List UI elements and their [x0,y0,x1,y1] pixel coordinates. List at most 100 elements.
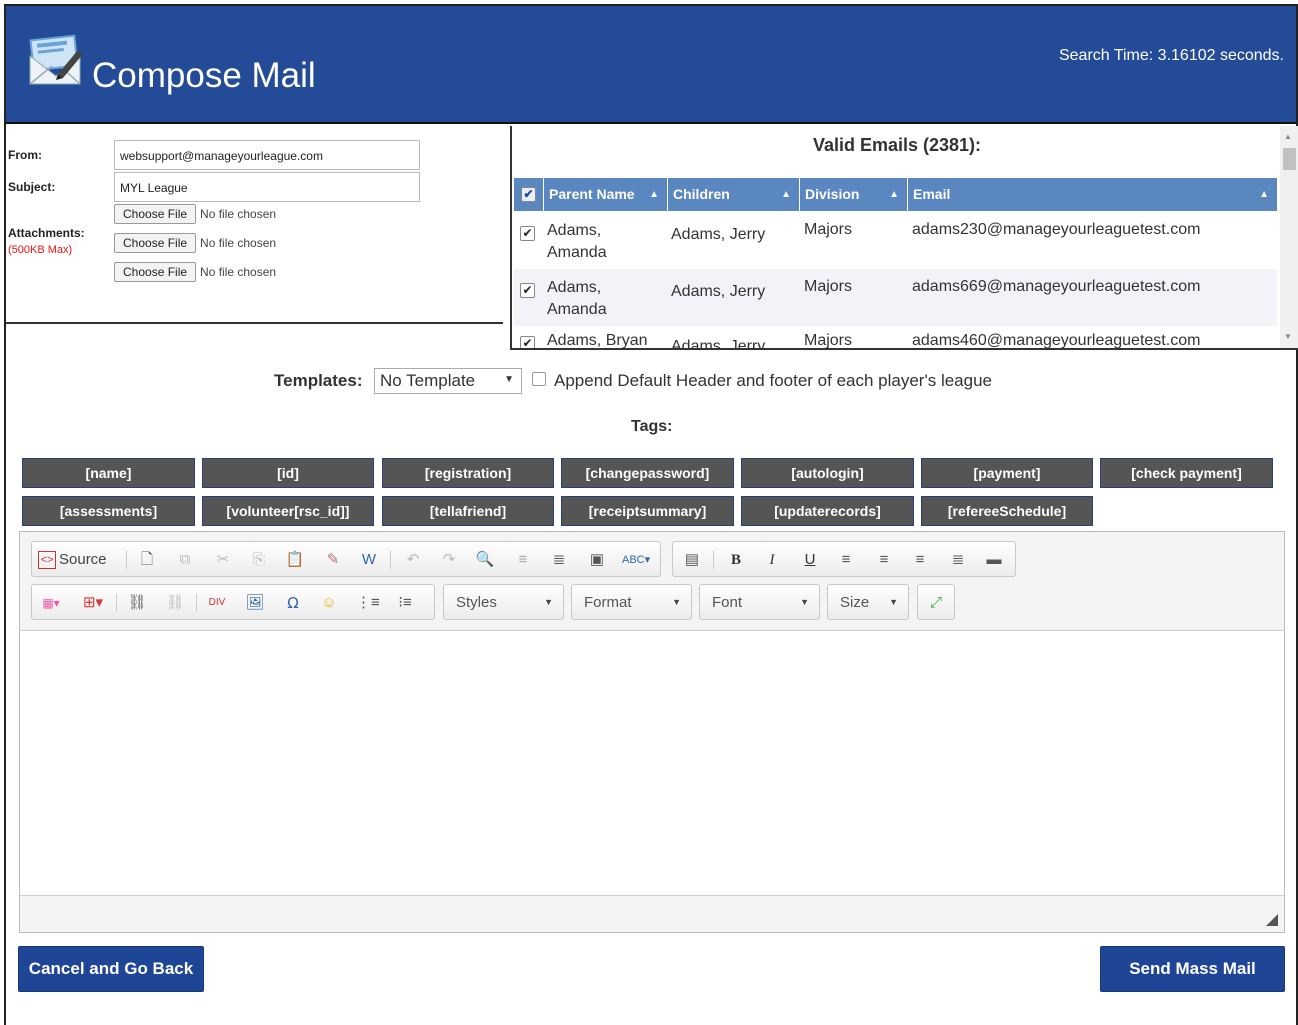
align-right-icon[interactable]: ≡ [909,549,931,571]
tag-button-changepassword[interactable]: [changepassword] [561,458,734,488]
subject-field[interactable]: MYL League [114,172,420,202]
tag-button-receiptsummary[interactable]: [receiptsummary] [561,496,734,526]
table-row[interactable]: ✔ Adams, Bryan Adams, Jerry Majors adams… [514,326,1277,350]
append-header-footer-label: Append Default Header and footer of each… [554,371,992,390]
page-header: Compose Mail Search Time: 3.16102 second… [6,6,1296,124]
children-cell: Adams, Jerry [671,338,766,350]
row-checkbox[interactable]: ✔ [520,283,535,298]
special-char-icon[interactable]: Ω [282,592,304,614]
editor-toolbar-row-1b: ▤ B I U ≡ ≡ ≡ ≣ ▬ [672,541,1016,577]
subject-label: Subject: [8,180,56,194]
division-cell: Majors [804,332,853,349]
tag-button-volunteer[interactable]: [volunteer[rsc_id]] [202,496,374,526]
select-all-icon[interactable]: ≣ [548,549,570,571]
from-field[interactable]: websupport@manageyourleague.com [114,140,420,170]
table-row[interactable]: ✔ Adams, Amanda Adams, Jerry Majors adam… [514,269,1277,326]
text-color-icon[interactable]: ▦▾ [40,592,62,614]
smiley-icon[interactable]: ☺ [318,592,340,614]
attachment-row-2: Choose File No file chosen [114,233,276,253]
select-all-checkbox[interactable]: ✔ [521,187,536,202]
row-checkbox[interactable]: ✔ [520,226,535,241]
search-time-text: Search Time: 3.16102 seconds. [1058,47,1284,64]
unlink-icon[interactable]: ⛓ [164,592,186,614]
tag-button-registration[interactable]: [registration] [382,458,554,488]
tag-button-autologin[interactable]: [autologin] [741,458,914,488]
parent-name-cell: Adams, Bryan [547,332,648,349]
font-dropdown[interactable]: Font ▼ [699,584,820,620]
underline-button[interactable]: U [799,549,821,571]
choose-file-button[interactable]: Choose File [114,233,197,253]
tag-button-payment[interactable]: [payment] [921,458,1093,488]
paste-icon[interactable]: 📋 [284,549,306,571]
paste-text-icon[interactable]: ✎ [322,549,344,571]
tag-button-id[interactable]: [id] [202,458,374,488]
table-icon[interactable]: ⊞▾ [82,592,104,614]
division-cell: Majors [804,278,853,295]
choose-file-button[interactable]: Choose File [114,204,197,224]
bulleted-list-icon[interactable]: ⁝≡ [394,592,416,614]
styles-dropdown[interactable]: Styles ▼ [443,584,564,620]
templates-icon[interactable]: ⧉ [174,549,196,571]
italic-button[interactable]: I [761,549,783,571]
tag-button-assessments[interactable]: [assessments] [22,496,195,526]
templates-select[interactable]: No Template ▼ [374,368,522,394]
choose-file-button[interactable]: Choose File [114,262,197,282]
scroll-down-icon[interactable]: ▼ [1284,332,1292,341]
tag-button-name[interactable]: [name] [22,458,195,488]
table-props-icon[interactable]: ▤ [681,549,703,571]
format-dropdown[interactable]: Format ▼ [571,584,692,620]
column-header-email[interactable]: Email ▲ [908,178,1277,211]
resize-grip-icon[interactable] [1266,914,1278,926]
bold-button[interactable]: B [725,549,747,571]
cut-icon[interactable]: ✂ [212,549,234,571]
tag-button-tellafriend[interactable]: [tellafriend] [382,496,554,526]
replace-icon[interactable]: ≡ [512,549,534,571]
numbered-list-icon[interactable]: ⋮≡ [356,592,380,614]
send-mass-mail-button[interactable]: Send Mass Mail [1100,946,1285,992]
preview-icon[interactable]: 🗋 [136,549,158,571]
children-cell: Adams, Jerry [671,226,766,243]
size-dropdown[interactable]: Size ▼ [827,584,909,620]
valid-emails-panel: Valid Emails (2381): ✔ Parent Name ▲ Chil… [510,126,1298,350]
row-checkbox[interactable]: ✔ [520,336,535,348]
chevron-down-icon: ▼ [544,597,553,607]
toolbar-separator [196,594,197,612]
column-header-division[interactable]: Division ▲ [800,178,908,211]
table-row[interactable]: ✔ Adams, Amanda Adams, Jerry Majors adam… [514,212,1277,269]
column-header-parent-name[interactable]: Parent Name ▲ [544,178,668,211]
attachment-row-3: Choose File No file chosen [114,262,276,282]
source-button[interactable]: <> Source [38,549,107,571]
column-header-children[interactable]: Children ▲ [668,178,800,211]
editor-content-area[interactable] [20,630,1284,896]
append-header-footer-checkbox[interactable] [532,372,546,386]
tag-button-updaterecords[interactable]: [updaterecords] [741,496,914,526]
attachments-max-note: (500KB Max) [8,244,73,256]
maximize-frame-icon[interactable]: ▣ [586,549,608,571]
find-icon[interactable]: 🔍 [474,549,496,571]
align-center-icon[interactable]: ≡ [873,549,895,571]
email-cell: adams230@manageyourleaguetest.com [912,221,1201,238]
align-justify-icon[interactable]: ≣ [947,549,969,571]
tag-button-check-payment[interactable]: [check payment] [1100,458,1273,488]
maximize-icon[interactable]: ⤢ [925,592,947,614]
spellcheck-icon[interactable]: ABC▾ [622,549,650,571]
undo-icon[interactable]: ↶ [402,549,424,571]
cancel-button[interactable]: Cancel and Go Back [18,946,204,992]
image-icon[interactable]: 🖼 [244,592,266,614]
chevron-down-icon: ▼ [672,597,681,607]
tag-button-refereeschedule[interactable]: [refereeSchedule] [921,496,1093,526]
redo-icon[interactable]: ↷ [438,549,460,571]
email-cell: adams669@manageyourleaguetest.com [912,278,1201,295]
scroll-up-icon[interactable]: ▲ [1284,132,1292,141]
scroll-thumb[interactable] [1283,148,1296,170]
align-left-icon[interactable]: ≡ [835,549,857,571]
emails-scrollbar[interactable]: ▲ ▼ [1280,126,1298,348]
mail-form: From: websupport@manageyourleague.com Su… [6,126,503,324]
paste-word-icon[interactable]: W [358,549,380,571]
horizontal-rule-icon[interactable]: ▬ [983,549,1005,571]
copy-icon[interactable]: ⎘ [248,549,270,571]
create-div-icon[interactable]: DIV [206,592,228,614]
link-icon[interactable]: ⛓ [126,592,148,614]
attachment-row-1: Choose File No file chosen [114,204,276,224]
toolbar-separator [126,551,127,569]
